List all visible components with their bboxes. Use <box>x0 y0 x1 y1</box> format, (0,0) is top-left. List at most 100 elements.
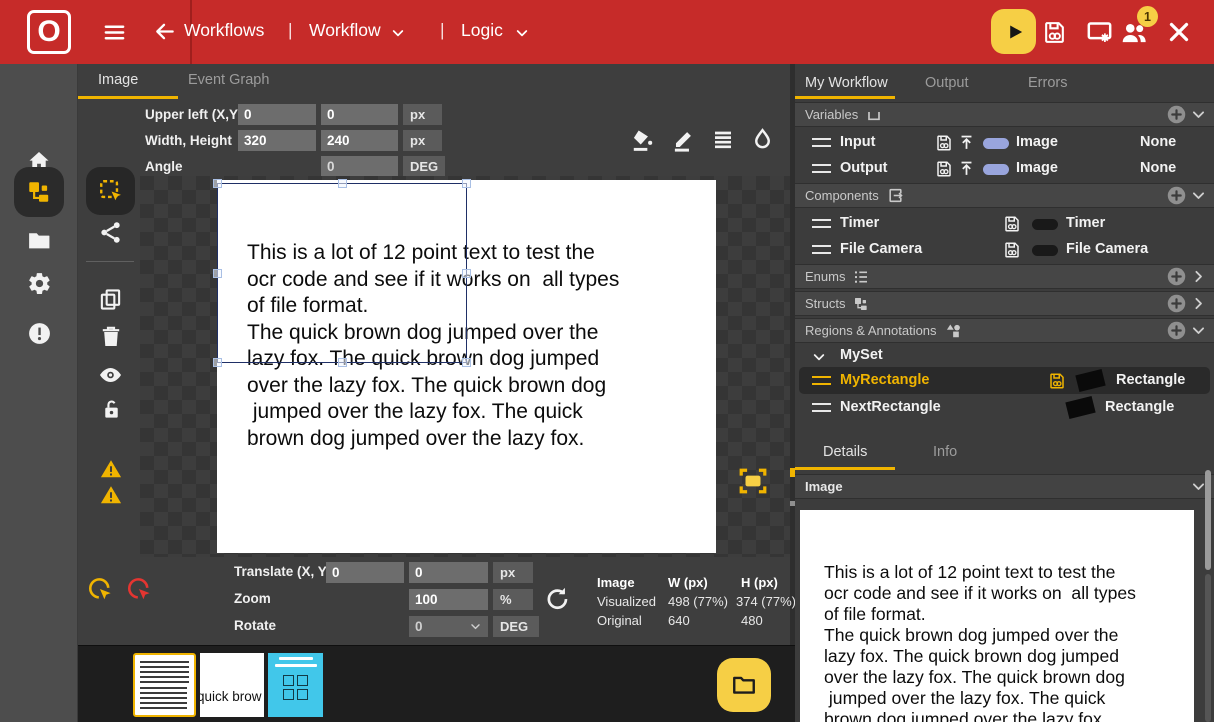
resize-handle[interactable] <box>213 179 222 188</box>
pencil-tool-icon[interactable] <box>670 127 696 153</box>
add-icon[interactable] <box>1166 104 1187 125</box>
add-icon[interactable] <box>1166 185 1187 206</box>
translate-x-input[interactable] <box>326 562 404 583</box>
thumbnail[interactable] <box>268 653 323 717</box>
error-icon[interactable] <box>27 321 52 346</box>
collapse-icon[interactable] <box>1190 106 1207 123</box>
click-gesture-yellow-icon[interactable] <box>87 576 114 603</box>
section-variables[interactable]: Variables <box>795 102 1214 127</box>
droplet-tool-icon[interactable] <box>750 127 775 152</box>
scrollbar-track[interactable] <box>1205 574 1211 722</box>
reset-view-icon[interactable] <box>544 585 571 612</box>
tab-info[interactable]: Info <box>933 444 957 460</box>
scrollbar-thumb[interactable] <box>1205 470 1211 570</box>
fill-tool-icon[interactable] <box>630 127 656 153</box>
image-canvas[interactable]: This is a lot of 12 point text to test t… <box>140 176 790 557</box>
thumbnail[interactable]: quick brow ped over th dogs! <box>200 653 264 717</box>
fit-region-icon[interactable] <box>738 467 768 495</box>
save-link-icon[interactable] <box>1048 372 1066 390</box>
collapse-icon[interactable] <box>811 349 827 365</box>
warning-icon[interactable] <box>99 484 123 506</box>
upload-icon[interactable] <box>958 160 975 177</box>
resize-handle[interactable] <box>462 269 471 278</box>
region-row[interactable]: NextRectangle Rectangle <box>795 395 1214 421</box>
tab-my-workflow[interactable]: My Workflow <box>805 75 888 91</box>
section-enums[interactable]: Enums <box>795 264 1214 289</box>
warning-icon[interactable] <box>99 458 123 480</box>
zoom-input[interactable] <box>409 589 488 610</box>
resize-handle[interactable] <box>338 179 347 188</box>
resize-handle[interactable] <box>213 269 222 278</box>
tab-event-graph[interactable]: Event Graph <box>188 72 269 88</box>
close-icon[interactable] <box>1167 20 1191 44</box>
settings-gear-icon[interactable] <box>27 271 52 296</box>
variable-row[interactable]: Output Image None <box>795 156 1214 182</box>
click-gesture-red-icon[interactable] <box>126 576 153 603</box>
thumbnail-selected[interactable] <box>133 653 196 717</box>
resize-handle[interactable] <box>462 358 471 367</box>
resize-handle[interactable] <box>338 358 347 367</box>
angle-input[interactable] <box>321 156 398 177</box>
chevron-down-icon[interactable] <box>390 25 406 41</box>
delete-icon[interactable] <box>99 325 123 349</box>
add-icon[interactable] <box>1166 293 1187 314</box>
expand-icon[interactable] <box>1190 268 1207 285</box>
run-button[interactable] <box>991 9 1036 54</box>
drag-handle[interactable] <box>812 403 831 412</box>
save-link-icon[interactable] <box>1003 241 1021 259</box>
translate-y-input[interactable] <box>409 562 488 583</box>
region-set-row[interactable]: MySet <box>795 345 1214 368</box>
section-structs[interactable]: Structs <box>795 291 1214 316</box>
sidebar-item-workflow-active[interactable] <box>14 167 64 217</box>
screen-settings-icon[interactable] <box>1086 19 1113 46</box>
tab-errors[interactable]: Errors <box>1028 75 1067 91</box>
share-icon[interactable] <box>98 220 123 245</box>
upper-left-x-input[interactable] <box>238 104 316 125</box>
collapse-icon[interactable] <box>1190 187 1207 204</box>
upper-left-y-input[interactable] <box>321 104 398 125</box>
resize-handle[interactable] <box>462 179 471 188</box>
copy-icon[interactable] <box>99 288 122 311</box>
section-image-preview[interactable]: Image <box>795 474 1214 499</box>
add-icon[interactable] <box>1166 320 1187 341</box>
breadcrumb-workflows[interactable]: Workflows <box>184 20 264 41</box>
folder-icon[interactable] <box>26 228 52 253</box>
save-link-icon[interactable] <box>1003 215 1021 233</box>
drag-handle[interactable] <box>812 164 831 173</box>
save-link-icon[interactable] <box>1042 20 1067 45</box>
upload-icon[interactable] <box>958 134 975 151</box>
selection-rectangle[interactable] <box>217 183 467 363</box>
region-row-selected[interactable]: MyRectangle Rectangle <box>799 367 1210 394</box>
tab-details[interactable]: Details <box>823 444 867 460</box>
component-row[interactable]: Timer Timer <box>795 211 1214 237</box>
section-regions[interactable]: Regions & Annotations <box>795 318 1214 343</box>
component-row[interactable]: File Camera File Camera <box>795 237 1214 263</box>
drag-handle[interactable] <box>812 219 831 228</box>
drag-handle[interactable] <box>812 245 831 254</box>
lock-open-icon[interactable] <box>100 398 123 421</box>
resize-handle[interactable] <box>213 358 222 367</box>
drag-handle[interactable] <box>812 138 831 147</box>
hamburger-menu-icon[interactable] <box>103 21 126 44</box>
expand-icon[interactable] <box>1190 295 1207 312</box>
chevron-down-icon[interactable] <box>514 25 530 41</box>
rotate-select[interactable]: 0 <box>409 616 488 637</box>
drag-handle[interactable] <box>812 376 831 385</box>
add-icon[interactable] <box>1166 266 1187 287</box>
tab-image[interactable]: Image <box>98 72 138 88</box>
save-link-icon[interactable] <box>935 160 953 178</box>
tab-output[interactable]: Output <box>925 75 969 91</box>
lines-tool-icon[interactable] <box>711 128 735 152</box>
variable-row[interactable]: Input Image None <box>795 130 1214 156</box>
logic-dropdown[interactable]: Logic <box>461 20 503 41</box>
width-input[interactable] <box>238 130 316 151</box>
open-folder-button[interactable] <box>717 658 771 712</box>
section-components[interactable]: Components <box>795 183 1214 208</box>
save-link-icon[interactable] <box>935 134 953 152</box>
back-icon[interactable] <box>153 20 176 43</box>
collapse-icon[interactable] <box>1190 322 1207 339</box>
height-input[interactable] <box>321 130 398 151</box>
visibility-icon[interactable] <box>97 363 124 387</box>
workflow-dropdown[interactable]: Workflow <box>309 20 381 41</box>
select-tool-button[interactable] <box>86 167 135 215</box>
